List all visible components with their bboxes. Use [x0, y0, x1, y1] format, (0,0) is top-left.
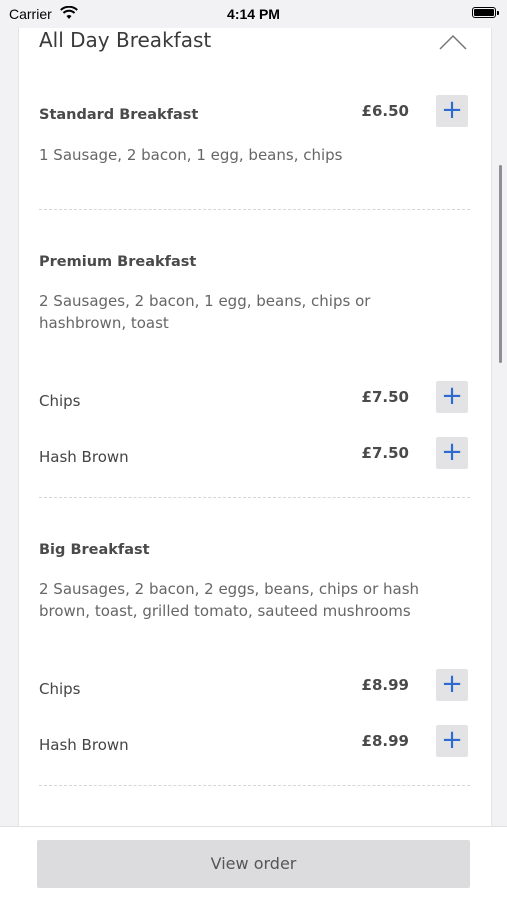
add-option-button[interactable]: + — [436, 669, 468, 701]
option-price: £8.99 — [361, 676, 409, 694]
battery-icon — [472, 7, 499, 18]
option-price: £8.99 — [361, 732, 409, 750]
divider — [39, 497, 470, 498]
status-bar: Carrier 4:14 PM — [0, 0, 507, 28]
option-name: Hash Brown — [39, 736, 129, 754]
option-name: Chips — [39, 392, 81, 410]
option-name: Hash Brown — [39, 448, 129, 466]
item-name: Big Breakfast — [39, 542, 150, 558]
divider — [39, 209, 470, 210]
chevron-up-icon[interactable] — [439, 34, 467, 50]
item-description: 2 Sausages, 2 bacon, 1 egg, beans, chips… — [39, 292, 371, 332]
option-price: £7.50 — [361, 444, 409, 462]
view-order-button[interactable]: View order — [37, 840, 470, 888]
item-name: Premium Breakfast — [39, 254, 197, 270]
menu-section-card: All Day Breakfast Standard Breakfast £6.… — [18, 0, 492, 830]
option-name: Chips — [39, 680, 81, 698]
clock: 4:14 PM — [227, 6, 280, 22]
bottom-bar: View order — [0, 826, 507, 901]
section-title: All Day Breakfast — [39, 28, 212, 52]
item-description: 1 Sausage, 2 bacon, 1 egg, beans, chips — [39, 146, 343, 164]
add-option-button[interactable]: + — [436, 437, 468, 469]
add-item-button[interactable]: + — [436, 95, 468, 127]
item-description: 2 Sausages, 2 bacon, 2 eggs, beans, chip… — [39, 580, 420, 620]
option-price: £7.50 — [361, 388, 409, 406]
add-option-button[interactable]: + — [436, 725, 468, 757]
divider — [39, 785, 470, 786]
item-price: £6.50 — [361, 102, 409, 120]
add-option-button[interactable]: + — [436, 381, 468, 413]
item-name: Standard Breakfast — [39, 107, 199, 123]
scrollbar[interactable] — [499, 165, 502, 363]
